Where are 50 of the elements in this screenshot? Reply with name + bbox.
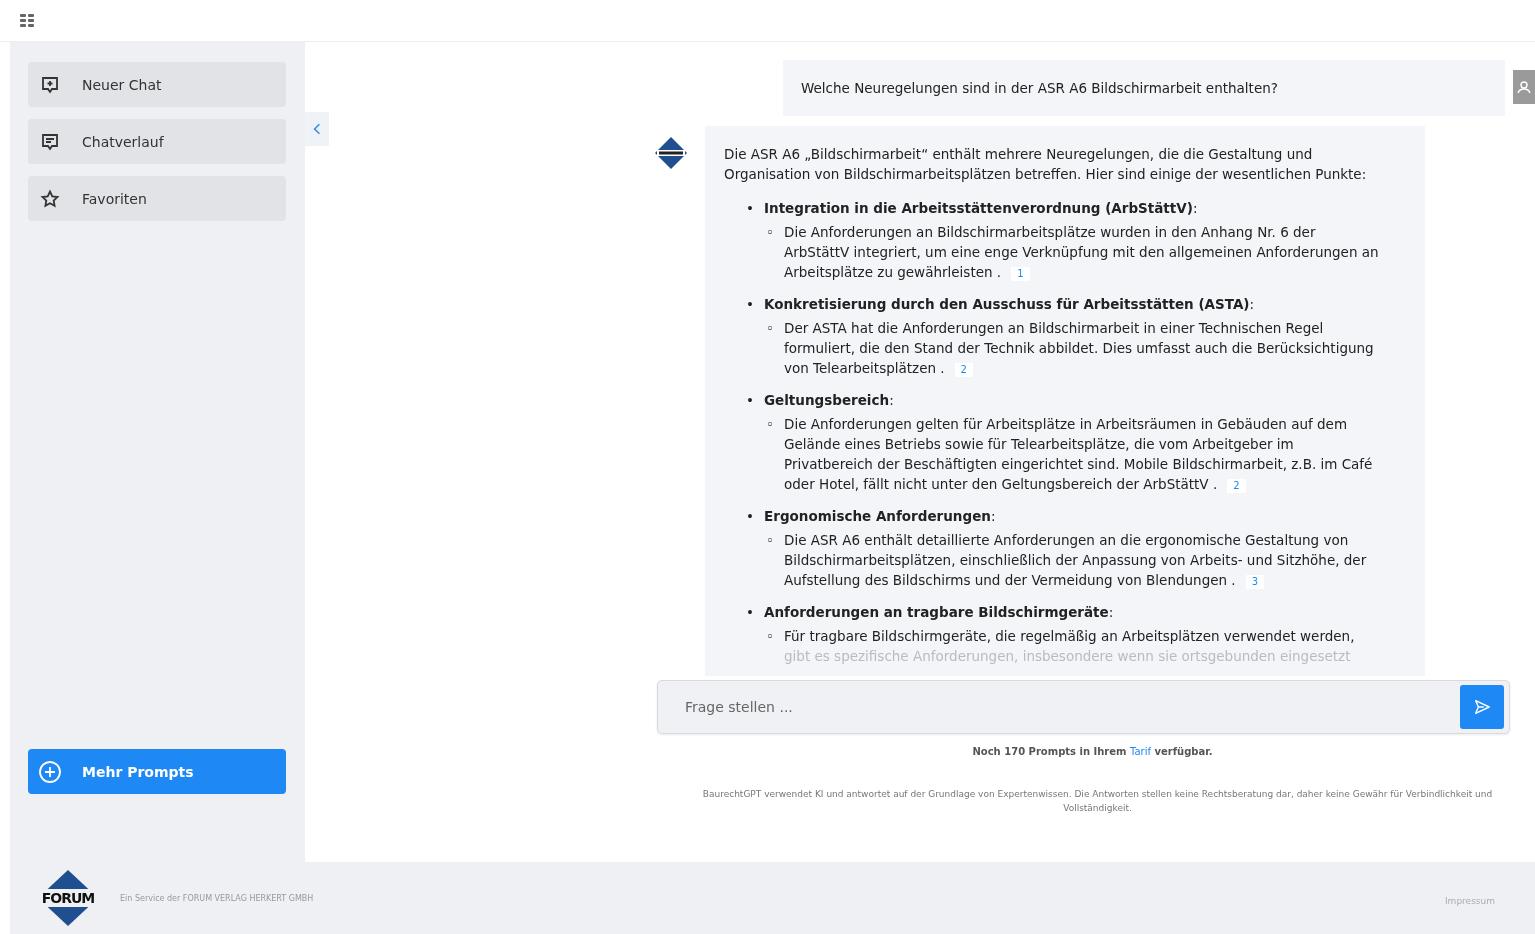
user-message: Welche Neuregelungen sind in der ASR A6 Bildschirmarbeit enthalten? bbox=[783, 60, 1505, 116]
bullet-mark: ◦ bbox=[766, 319, 774, 338]
bullet-mark: ◦ bbox=[766, 223, 774, 242]
question-input[interactable]: Frage stellen ... bbox=[683, 698, 1460, 716]
bullet-mark: • bbox=[746, 507, 754, 526]
chat-lines-icon bbox=[40, 131, 60, 152]
source-link[interactable]: 1 bbox=[1011, 267, 1030, 281]
source-link[interactable]: 2 bbox=[954, 363, 973, 377]
apps-grid-icon[interactable] bbox=[20, 13, 34, 28]
tariff-link[interactable]: Tarif bbox=[1130, 746, 1151, 757]
send-icon bbox=[1473, 698, 1491, 716]
chat-plus-icon bbox=[40, 74, 60, 95]
point-heading: Konkretisierung durch den Ausschuss für Arbeitsstätten (ASTA): bbox=[764, 295, 1255, 314]
star-icon bbox=[40, 188, 60, 209]
bullet-mark: ◦ bbox=[766, 627, 774, 646]
point-text: Die Anforderungen gelten für Arbeitsplätze in Arbeitsräumen in Gebäuden auf dem Gelände eines Betriebs sowie für Telearbeitsplätze, die vom Arbeitgeber im Privatbereich der Beschäftigten eingerichtet sind. Mobile Bildschirmarbeit, z.B. im Café oder Hotel, fällt nicht unter den Geltungsbereich der ArbStättV . 2 bbox=[784, 415, 1374, 494]
answer-paragraph: Die ASR A6 „Bildschirmarbeit“ enthält mehrere Neuregelungen, die die Gestaltung und Organisation von Bildschirmarbeitsplätzen betreffen. Hier sind einige der wesentlichen Punkte: bbox=[724, 145, 1368, 184]
point-text: Der ASTA hat die Anforderungen an Bildschirmarbeit in einer Technischen Regel formuliert, die den Stand der Technik abbildet. Dies umfasst auch die Berücksichtigung von Telearbeitsplätzen . 2 bbox=[784, 319, 1375, 378]
point-text: Für tragbare Bildschirmgeräte, die regelmäßig an Arbeitsplätzen verwendet werden, bbox=[784, 627, 1356, 646]
bullet-mark: • bbox=[746, 199, 754, 218]
user-avatar-icon bbox=[1513, 70, 1535, 104]
more-prompts-button[interactable]: Mehr Prompts bbox=[28, 749, 286, 794]
bullet-mark: • bbox=[746, 603, 754, 622]
plus-circle-icon bbox=[38, 759, 62, 784]
point-text: gibt es spezifische Anforderungen, insbesondere wenn sie ortsgebunden eingesetzt bbox=[784, 647, 1352, 666]
collapse-sidebar-button[interactable] bbox=[305, 112, 329, 146]
diamond-logo-icon bbox=[654, 136, 688, 170]
point-heading: Geltungsbereich: bbox=[764, 391, 894, 410]
point-heading: Integration in die Arbeitsstättenverordnung (ArbStättV): bbox=[764, 199, 1198, 218]
source-link[interactable]: 2 bbox=[1227, 479, 1246, 493]
point-heading: Ergonomische Anforderungen: bbox=[764, 507, 996, 526]
question-field[interactable]: Frage stellen ... bbox=[657, 680, 1510, 734]
service-text: Ein Service der FORUM VERLAG HERKERT GMBH bbox=[120, 893, 314, 903]
bullet-mark: • bbox=[746, 295, 754, 314]
sidebar-item[interactable]: Neuer Chat bbox=[28, 62, 286, 107]
forum-logo: FORUM bbox=[38, 870, 98, 926]
bullet-mark: ◦ bbox=[766, 415, 774, 434]
quota-text: Noch 170 Prompts in Ihrem Tarif verfügbar. bbox=[971, 746, 1214, 757]
bullet-mark: • bbox=[746, 391, 754, 410]
disclaimer-text: BaurechtGPT verwendet KI und antwortet auf der Grundlage von Expertenwissen. Die Antworten stellen keine Rechtsberatung dar, daher keine Gewähr für Verbindlichkeit und Vollständigkeit. bbox=[701, 788, 1494, 815]
bullet-mark: ◦ bbox=[766, 531, 774, 550]
send-button[interactable] bbox=[1460, 685, 1504, 729]
sidebar-item[interactable]: Favoriten bbox=[28, 176, 286, 221]
sidebar-item[interactable]: Chatverlauf bbox=[28, 119, 286, 164]
footer-link[interactable]: Impressum bbox=[1444, 895, 1495, 906]
source-link[interactable]: 3 bbox=[1245, 575, 1265, 589]
point-heading: Anforderungen an tragbare Bildschirmgeräte: bbox=[764, 603, 1114, 622]
chevron-left-icon bbox=[313, 123, 321, 135]
point-text: Die Anforderungen an Bildschirmarbeitsplätze wurden in den Anhang Nr. 6 der ArbStättV integriert, um eine enge Verknüpfung mit den allgemeinen Anforderungen an Arbeitsplätze zu gewährleisten . 1 bbox=[784, 223, 1380, 282]
point-text: Die ASR A6 enthält detaillierte Anforderungen an die ergonomische Gestaltung von Bildschirmarbeitsplätzen, einschließlich der Anpassung von Arbeits- und Sitzhöhe, der Aufstellung des Bildschirms und der Vermeidung von Blendungen . 3 bbox=[784, 531, 1368, 590]
